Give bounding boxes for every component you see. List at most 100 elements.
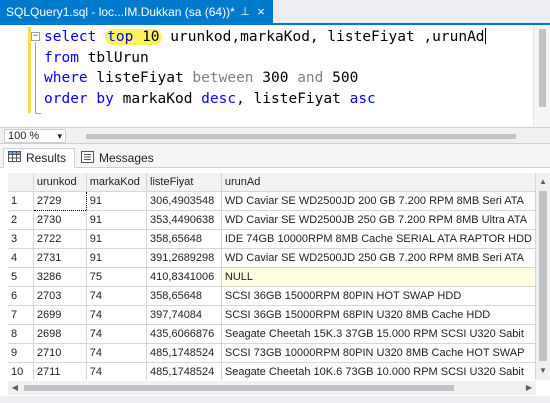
table-cell[interactable]: WD Caviar SE WD2500JB 250 GB 7.200 RPM 8… [221,210,536,230]
keyword-select: select [44,29,97,45]
grid-horizontal-scrollbar[interactable]: ◀ ▶ [8,381,536,395]
column-header-markakod[interactable]: markaKod [86,173,148,192]
table-cell[interactable]: 91 [86,191,148,211]
table-row[interactable]: 8 2698 74 435,6066876 Seagate Cheetah 15K.3 … [8,324,536,344]
editor-hscroll-thumb[interactable] [86,134,516,139]
table-cell[interactable]: NULL [221,267,536,287]
tab-messages[interactable]: Messages [77,148,157,168]
table-cell[interactable]: 2703 [33,286,87,306]
row-number-cell[interactable]: 10 [8,362,34,380]
row-number-cell[interactable]: 1 [8,191,34,211]
table-cell[interactable]: SCSI 36GB 15000RPM 68PIN U320 8MB Cache … [221,305,536,325]
grid-vscroll-thumb[interactable] [539,191,547,361]
table-cell[interactable]: 397,74084 [146,305,222,325]
editor-margin [0,25,30,127]
table-cell[interactable]: WD Caviar SE WD2500JD 200 GB 7.200 RPM 8… [221,191,536,211]
row-number-cell[interactable]: 2 [8,210,34,230]
table-row[interactable]: 3 2722 91 358,65648 IDE 74GB 10000RPM 8MB Ca… [8,229,536,249]
table-cell[interactable]: Seagate Cheetah 15K.3 37GB 15.000 RPM SC… [221,324,536,344]
editor-horizontal-scrollbar[interactable] [70,129,550,143]
code-line-3: where listeFiyat between 300 and 500 [44,70,358,86]
collapse-icon[interactable]: − [31,32,40,41]
table-cell[interactable]: WD Caviar SE WD2500JD 250 GB 7.200 RPM 8… [221,248,536,268]
table-header-row: urunkod markaKod listeFiyat urunAd [8,173,536,192]
row-number-cell[interactable]: 5 [8,267,34,287]
table-cell[interactable]: 2729 [32,190,87,211]
table-cell[interactable]: 485,1748524 [146,343,222,363]
table-name: tblUrun [78,49,149,66]
table-cell[interactable]: IDE 74GB 10000RPM 8MB Cache SERIAL ATA R… [221,229,536,249]
grid-vertical-scrollbar[interactable]: ▲ ▼ [536,173,550,380]
column-header-urunkod[interactable]: urunkod [33,173,87,192]
scroll-up-icon[interactable]: ▲ [536,175,550,189]
tab-results[interactable]: Results [3,148,75,168]
table-cell[interactable]: 2699 [33,305,87,325]
results-grid[interactable]: urunkod markaKod listeFiyat urunAd 1 2729… [8,173,536,380]
scroll-right-icon[interactable]: ▶ [522,381,536,395]
zoom-select[interactable]: 100 % ▾ [4,129,66,143]
table-row[interactable]: 4 2731 91 391,2689298 WD Caviar SE WD2500JD … [8,248,536,268]
table-cell[interactable]: 74 [86,324,148,344]
row-number-cell[interactable]: 7 [8,305,34,325]
table-cell[interactable]: 91 [86,210,148,230]
table-cell[interactable]: 353,4490638 [146,210,222,230]
value-500: 500 [323,70,359,86]
table-cell[interactable]: 74 [86,362,148,380]
table-cell[interactable]: Seagate Cheetah 10K.6 73GB 10.000 RPM SC… [221,362,536,380]
sql-editor[interactable]: − select top 10 urunkod,markaKod, listeF… [0,25,550,127]
document-tab[interactable]: SQLQuery1.sql - loc...IM.Dukkan (sa (64)… [0,0,273,23]
table-row[interactable]: 10 2711 74 485,1748524 Seagate Cheetah 10K.6… [8,362,536,380]
table-cell[interactable]: 91 [86,248,148,268]
table-row[interactable]: 7 2699 74 397,74084 SCSI 36GB 15000RPM 68PIN… [8,305,536,325]
table-cell[interactable]: 2731 [33,248,87,268]
table-cell[interactable]: SCSI 73GB 10000RPM 80PIN U320 8MB Cache … [221,343,536,363]
row-number-cell[interactable]: 8 [8,324,34,344]
chevron-down-icon: ▾ [57,131,62,141]
table-row[interactable]: 1 2729 91 306,4903548 WD Caviar SE WD2500JD … [8,190,536,211]
table-row[interactable]: 6 2703 74 358,65648 SCSI 36GB 15000RPM 80PIN… [8,286,536,306]
grid-hscroll-thumb[interactable] [24,385,454,391]
table-cell[interactable]: 358,65648 [146,286,222,306]
table-cell[interactable]: 2722 [33,229,87,249]
row-number-cell[interactable]: 4 [8,248,34,268]
table-row[interactable]: 5 3286 75 410,8341006 NULL [8,267,536,287]
close-icon[interactable]: × [253,4,269,19]
row-number-cell[interactable]: 6 [8,286,34,306]
editor-scroll-thumb[interactable] [539,29,546,107]
table-row[interactable]: 2 2730 91 353,4490638 WD Caviar SE WD2500JB … [8,210,536,230]
order-column-1: markaKod [113,90,202,107]
table-cell[interactable]: 3286 [33,267,87,287]
table-cell[interactable]: 74 [86,286,148,306]
scroll-left-icon[interactable]: ◀ [8,381,22,395]
highlight-top-10: top 10 [105,29,162,45]
table-cell[interactable]: 74 [86,305,148,325]
table-row[interactable]: 9 2710 74 485,1748524 SCSI 73GB 10000RPM 80P… [8,343,536,363]
pin-icon[interactable]: ⊥ [237,5,253,18]
table-cell[interactable]: SCSI 36GB 15000RPM 80PIN HOT SWAP HDD [221,286,536,306]
column-header-urunad[interactable]: urunAd [221,173,536,192]
table-cell[interactable]: 75 [86,267,148,287]
row-number-cell[interactable]: 9 [8,343,34,363]
table-cell[interactable]: 2698 [33,324,87,344]
table-cell[interactable]: 391,2689298 [146,248,222,268]
scroll-down-icon[interactable]: ▼ [536,364,550,378]
corner-cell[interactable] [8,173,34,192]
table-cell[interactable]: 91 [86,229,148,249]
table-cell[interactable]: 74 [86,343,148,363]
keyword-by: by [96,90,114,107]
code-text[interactable]: select top 10 urunkod,markaKod, listeFiy… [44,27,486,109]
tab-messages-label: Messages [99,151,154,165]
table-cell[interactable]: 2730 [33,210,87,230]
keyword-between: between [192,70,254,86]
table-cell[interactable]: 410,8341006 [146,267,222,287]
column-header-listefiyat[interactable]: listeFiyat [146,173,222,192]
table-cell[interactable]: 2711 [33,362,87,380]
table-cell[interactable]: 358,65648 [146,229,222,249]
table-cell[interactable]: 485,1748524 [146,362,222,380]
table-cell[interactable]: 2710 [33,343,87,363]
table-cell[interactable]: 435,6066876 [146,324,222,344]
editor-vertical-scrollbar[interactable] [533,25,550,127]
table-cell[interactable]: 306,4903548 [146,191,222,211]
row-number-cell[interactable]: 3 [8,229,34,249]
where-column: listeFiyat [87,70,193,86]
